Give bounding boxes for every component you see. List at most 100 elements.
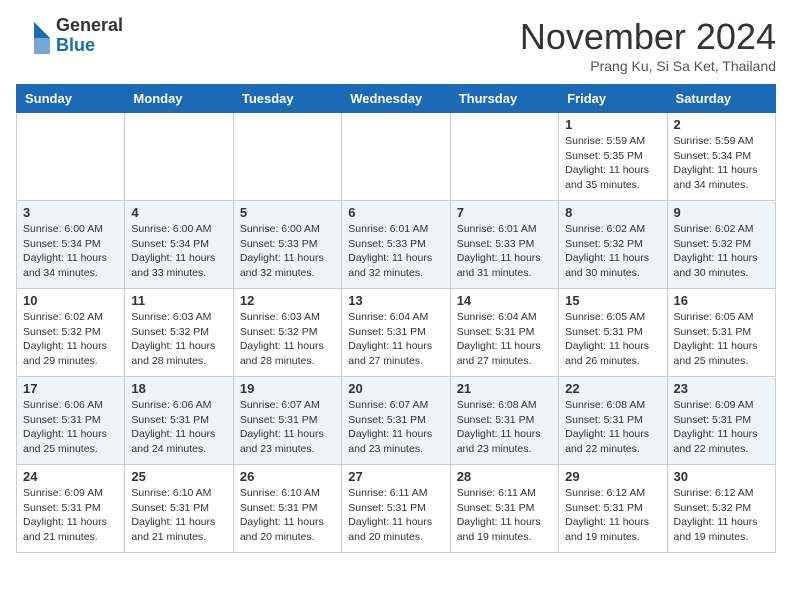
calendar-day-28: 28 Sunrise: 6:11 AM Sunset: 5:31 PM Dayli… bbox=[450, 465, 558, 553]
calendar-day-6: 6Sunrise: 6:01 AM Sunset: 5:33 PM Daylig… bbox=[342, 201, 450, 289]
calendar-day-21: 21 Sunrise: 6:08 AM Sunset: 5:31 PM Dayli… bbox=[450, 377, 558, 465]
day-info: Sunrise: 6:09 AM Sunset: 5:31 PM Dayligh… bbox=[674, 398, 769, 457]
calendar-day-29: 29 Sunrise: 6:12 AM Sunset: 5:31 PM Dayli… bbox=[559, 465, 667, 553]
calendar-day-13: 13 Sunrise: 6:04 AM Sunset: 5:31 PM Dayli… bbox=[342, 289, 450, 377]
weekday-header-monday: Monday bbox=[125, 85, 233, 113]
location: Prang Ku, Si Sa Ket, Thailand bbox=[520, 58, 776, 74]
day-info: Sunrise: 6:11 AM Sunset: 5:31 PM Dayligh… bbox=[348, 486, 443, 545]
calendar-week-row: 10Sunrise: 6:02 AM Sunset: 5:32 PM Dayli… bbox=[17, 289, 776, 377]
calendar-week-row: 17 Sunrise: 6:06 AM Sunset: 5:31 PM Dayli… bbox=[17, 377, 776, 465]
day-info: Sunrise: 6:11 AM Sunset: 5:31 PM Dayligh… bbox=[457, 486, 552, 545]
day-info: Sunrise: 6:03 AM Sunset: 5:32 PM Dayligh… bbox=[131, 310, 226, 369]
logo-icon bbox=[16, 18, 52, 54]
day-number: 5 bbox=[240, 205, 335, 220]
day-number: 26 bbox=[240, 469, 335, 484]
calendar-week-row: 1Sunrise: 5:59 AM Sunset: 5:35 PM Daylig… bbox=[17, 113, 776, 201]
day-info: Sunrise: 5:59 AM Sunset: 5:34 PM Dayligh… bbox=[674, 134, 769, 193]
day-info: Sunrise: 6:08 AM Sunset: 5:31 PM Dayligh… bbox=[457, 398, 552, 457]
day-info: Sunrise: 6:00 AM Sunset: 5:34 PM Dayligh… bbox=[131, 222, 226, 281]
logo-general: General bbox=[56, 16, 123, 36]
calendar-day-25: 25Sunrise: 6:10 AM Sunset: 5:31 PM Dayli… bbox=[125, 465, 233, 553]
calendar-week-row: 24Sunrise: 6:09 AM Sunset: 5:31 PM Dayli… bbox=[17, 465, 776, 553]
calendar-day-30: 30Sunrise: 6:12 AM Sunset: 5:32 PM Dayli… bbox=[667, 465, 775, 553]
day-number: 11 bbox=[131, 293, 226, 308]
day-info: Sunrise: 6:12 AM Sunset: 5:31 PM Dayligh… bbox=[565, 486, 660, 545]
calendar-day-5: 5 Sunrise: 6:00 AM Sunset: 5:33 PM Daylig… bbox=[233, 201, 341, 289]
day-info: Sunrise: 6:06 AM Sunset: 5:31 PM Dayligh… bbox=[131, 398, 226, 457]
empty-day bbox=[450, 113, 558, 201]
day-number: 8 bbox=[565, 205, 660, 220]
logo-text: General Blue bbox=[56, 16, 123, 56]
day-number: 15 bbox=[565, 293, 660, 308]
calendar-table: SundayMondayTuesdayWednesdayThursdayFrid… bbox=[16, 84, 776, 553]
calendar-day-26: 26 Sunrise: 6:10 AM Sunset: 5:31 PM Dayli… bbox=[233, 465, 341, 553]
day-info: Sunrise: 6:00 AM Sunset: 5:33 PM Dayligh… bbox=[240, 222, 335, 281]
calendar-day-11: 11 Sunrise: 6:03 AM Sunset: 5:32 PM Dayli… bbox=[125, 289, 233, 377]
logo: General Blue bbox=[16, 16, 123, 56]
day-number: 4 bbox=[131, 205, 226, 220]
calendar-day-12: 12Sunrise: 6:03 AM Sunset: 5:32 PM Dayli… bbox=[233, 289, 341, 377]
day-number: 18 bbox=[131, 381, 226, 396]
calendar-day-16: 16 Sunrise: 6:05 AM Sunset: 5:31 PM Dayli… bbox=[667, 289, 775, 377]
calendar-day-23: 23 Sunrise: 6:09 AM Sunset: 5:31 PM Dayli… bbox=[667, 377, 775, 465]
day-number: 23 bbox=[674, 381, 769, 396]
day-info: Sunrise: 6:04 AM Sunset: 5:31 PM Dayligh… bbox=[348, 310, 443, 369]
calendar-day-15: 15 Sunrise: 6:05 AM Sunset: 5:31 PM Dayli… bbox=[559, 289, 667, 377]
day-info: Sunrise: 6:05 AM Sunset: 5:31 PM Dayligh… bbox=[674, 310, 769, 369]
day-number: 17 bbox=[23, 381, 118, 396]
calendar-day-9: 9Sunrise: 6:02 AM Sunset: 5:32 PM Daylig… bbox=[667, 201, 775, 289]
day-number: 29 bbox=[565, 469, 660, 484]
day-info: Sunrise: 6:04 AM Sunset: 5:31 PM Dayligh… bbox=[457, 310, 552, 369]
page-header: General Blue November 2024 Prang Ku, Si … bbox=[16, 16, 776, 74]
day-number: 21 bbox=[457, 381, 552, 396]
day-info: Sunrise: 6:10 AM Sunset: 5:31 PM Dayligh… bbox=[131, 486, 226, 545]
empty-day bbox=[233, 113, 341, 201]
calendar-day-20: 20 Sunrise: 6:07 AM Sunset: 5:31 PM Dayli… bbox=[342, 377, 450, 465]
weekday-header-thursday: Thursday bbox=[450, 85, 558, 113]
calendar-day-8: 8 Sunrise: 6:02 AM Sunset: 5:32 PM Daylig… bbox=[559, 201, 667, 289]
day-number: 16 bbox=[674, 293, 769, 308]
calendar-day-2: 2Sunrise: 5:59 AM Sunset: 5:34 PM Daylig… bbox=[667, 113, 775, 201]
day-info: Sunrise: 6:05 AM Sunset: 5:31 PM Dayligh… bbox=[565, 310, 660, 369]
day-info: Sunrise: 6:06 AM Sunset: 5:31 PM Dayligh… bbox=[23, 398, 118, 457]
calendar-day-17: 17 Sunrise: 6:06 AM Sunset: 5:31 PM Dayli… bbox=[17, 377, 125, 465]
day-info: Sunrise: 6:10 AM Sunset: 5:31 PM Dayligh… bbox=[240, 486, 335, 545]
calendar-day-7: 7 Sunrise: 6:01 AM Sunset: 5:33 PM Daylig… bbox=[450, 201, 558, 289]
day-info: Sunrise: 6:07 AM Sunset: 5:31 PM Dayligh… bbox=[348, 398, 443, 457]
day-number: 28 bbox=[457, 469, 552, 484]
empty-day bbox=[125, 113, 233, 201]
day-number: 30 bbox=[674, 469, 769, 484]
day-info: Sunrise: 6:02 AM Sunset: 5:32 PM Dayligh… bbox=[23, 310, 118, 369]
day-number: 13 bbox=[348, 293, 443, 308]
day-info: Sunrise: 5:59 AM Sunset: 5:35 PM Dayligh… bbox=[565, 134, 660, 193]
weekday-header-wednesday: Wednesday bbox=[342, 85, 450, 113]
calendar-day-18: 18 Sunrise: 6:06 AM Sunset: 5:31 PM Dayli… bbox=[125, 377, 233, 465]
calendar-day-10: 10Sunrise: 6:02 AM Sunset: 5:32 PM Dayli… bbox=[17, 289, 125, 377]
day-info: Sunrise: 6:03 AM Sunset: 5:32 PM Dayligh… bbox=[240, 310, 335, 369]
calendar-day-3: 3Sunrise: 6:00 AM Sunset: 5:34 PM Daylig… bbox=[17, 201, 125, 289]
calendar-week-row: 3 Sunrise: 6:00 AM Sunset: 5:34 PM Daylig… bbox=[17, 201, 776, 289]
day-number: 9 bbox=[674, 205, 769, 220]
empty-day bbox=[17, 113, 125, 201]
day-number: 7 bbox=[457, 205, 552, 220]
calendar-day-4: 4 Sunrise: 6:00 AM Sunset: 5:34 PM Daylig… bbox=[125, 201, 233, 289]
day-info: Sunrise: 6:07 AM Sunset: 5:31 PM Dayligh… bbox=[240, 398, 335, 457]
day-number: 19 bbox=[240, 381, 335, 396]
calendar-day-22: 22Sunrise: 6:08 AM Sunset: 5:31 PM Dayli… bbox=[559, 377, 667, 465]
calendar-day-24: 24Sunrise: 6:09 AM Sunset: 5:31 PM Dayli… bbox=[17, 465, 125, 553]
day-info: Sunrise: 6:01 AM Sunset: 5:33 PM Dayligh… bbox=[457, 222, 552, 281]
logo-blue: Blue bbox=[56, 36, 123, 56]
day-number: 27 bbox=[348, 469, 443, 484]
weekday-header-row: SundayMondayTuesdayWednesdayThursdayFrid… bbox=[17, 85, 776, 113]
calendar-day-27: 27 Sunrise: 6:11 AM Sunset: 5:31 PM Dayli… bbox=[342, 465, 450, 553]
day-number: 3 bbox=[23, 205, 118, 220]
day-number: 20 bbox=[348, 381, 443, 396]
day-number: 24 bbox=[23, 469, 118, 484]
day-info: Sunrise: 6:08 AM Sunset: 5:31 PM Dayligh… bbox=[565, 398, 660, 457]
day-info: Sunrise: 6:02 AM Sunset: 5:32 PM Dayligh… bbox=[565, 222, 660, 281]
empty-day bbox=[342, 113, 450, 201]
weekday-header-tuesday: Tuesday bbox=[233, 85, 341, 113]
title-section: November 2024 Prang Ku, Si Sa Ket, Thail… bbox=[520, 16, 776, 74]
day-info: Sunrise: 6:01 AM Sunset: 5:33 PM Dayligh… bbox=[348, 222, 443, 281]
calendar-day-14: 14Sunrise: 6:04 AM Sunset: 5:31 PM Dayli… bbox=[450, 289, 558, 377]
